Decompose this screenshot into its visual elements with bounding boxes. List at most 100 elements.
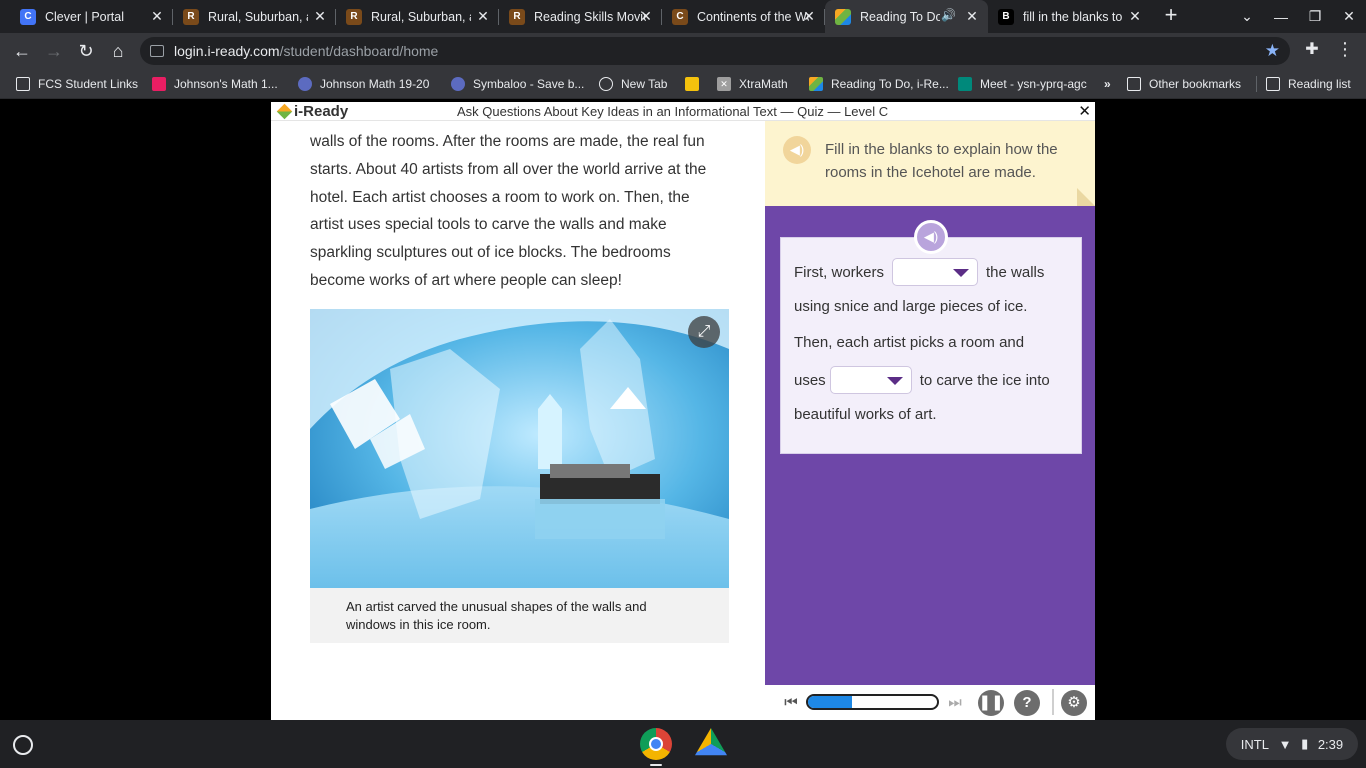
player-controls: ⏮ ⏭ ❚❚ ? ⚙ bbox=[765, 685, 1095, 720]
iready-lesson: i-Ready Ask Questions About Key Ideas in… bbox=[271, 102, 1095, 720]
bookmark-meet[interactable]: Meet - ysn-yprq-agc bbox=[958, 75, 1087, 93]
bookmark-fcs-student-links[interactable]: FCS Student Links bbox=[16, 75, 138, 93]
close-icon[interactable]: ✕ bbox=[1127, 8, 1143, 24]
folder-icon bbox=[1127, 77, 1141, 91]
close-icon[interactable]: ✕ bbox=[964, 8, 980, 24]
tab-reading-skills[interactable]: R Reading Skills Movie ✕ bbox=[499, 0, 662, 33]
new-tab-button[interactable]: + bbox=[1159, 4, 1183, 28]
question-prompt: ◀) Fill in the blanks to explain how the… bbox=[765, 121, 1095, 206]
more-bookmarks-icon[interactable]: » bbox=[1104, 75, 1111, 93]
page-fold-icon bbox=[1077, 188, 1095, 206]
bookmark-star-icon[interactable]: ★ bbox=[1265, 41, 1280, 61]
bookmark-reading-to-do[interactable]: Reading To Do, i-Re... bbox=[809, 75, 949, 93]
chromeos-shelf: INTL ▼ ▮ 2:39 bbox=[0, 720, 1366, 768]
audio-playing-icon[interactable]: 🔊 bbox=[941, 8, 956, 22]
sentence-text: First, workers bbox=[794, 263, 884, 281]
logo-text: i-Ready bbox=[294, 103, 349, 120]
bookmark-johnsons-math[interactable]: Johnson's Math 1... bbox=[152, 75, 278, 93]
bookmark-label: XtraMath bbox=[739, 77, 788, 91]
tab-title: fill in the blanks to explain bbox=[1023, 9, 1123, 24]
bookmarks-bar: FCS Student Links Johnson's Math 1... Jo… bbox=[0, 69, 1366, 99]
symbaloo-icon bbox=[298, 77, 312, 91]
skip-forward-icon[interactable]: ⏭ bbox=[942, 690, 968, 716]
bookmark-other-bookmarks[interactable]: Other bookmarks bbox=[1127, 75, 1241, 93]
bookmark-johnson-math-19-20[interactable]: Johnson Math 19-20 bbox=[298, 75, 429, 93]
progress-fill bbox=[808, 696, 852, 708]
close-window-icon[interactable]: ✕ bbox=[1332, 8, 1366, 25]
tab-rural-2[interactable]: R Rural, Suburban, and Urban ✕ bbox=[336, 0, 499, 33]
bookmark-xtramath[interactable]: ✕ XtraMath bbox=[717, 75, 788, 93]
tab-reading-to-do[interactable]: Reading To Do 🔊 ✕ bbox=[825, 0, 988, 33]
close-icon[interactable]: ✕ bbox=[638, 8, 654, 24]
caption-line: An artist carved the unusual shapes of t… bbox=[346, 599, 647, 614]
bookmark-app[interactable] bbox=[685, 75, 707, 93]
bookmark-symbaloo[interactable]: Symbaloo - Save b... bbox=[451, 75, 584, 93]
blank-dropdown-1[interactable] bbox=[892, 258, 978, 286]
chrome-app-icon[interactable] bbox=[640, 728, 672, 760]
help-icon[interactable]: ? bbox=[1014, 690, 1040, 716]
bookmark-label: Other bookmarks bbox=[1149, 77, 1242, 91]
google-drive-icon[interactable] bbox=[695, 728, 727, 756]
launcher-icon[interactable] bbox=[13, 735, 33, 755]
question-panel: ◀) Fill in the blanks to explain how the… bbox=[765, 121, 1095, 685]
speaker-icon[interactable]: ◀) bbox=[914, 220, 948, 254]
input-method: INTL bbox=[1240, 736, 1269, 752]
close-icon[interactable]: ✕ bbox=[312, 8, 328, 24]
tab-rural-1[interactable]: R Rural, Suburban, and Urban ✕ bbox=[173, 0, 336, 33]
restore-icon[interactable]: ❐ bbox=[1298, 8, 1332, 25]
home-icon[interactable]: ⌂ bbox=[106, 39, 130, 63]
status-tray[interactable]: INTL ▼ ▮ 2:39 bbox=[1226, 728, 1358, 760]
blank-dropdown-2[interactable] bbox=[829, 366, 912, 394]
settings-gear-icon[interactable]: ⚙ bbox=[1061, 690, 1087, 716]
expand-image-icon[interactable]: ⤢ bbox=[688, 316, 720, 348]
clock: 2:39 bbox=[1317, 736, 1344, 752]
sentence-line: uses to carve the ice into bbox=[794, 366, 1050, 394]
sentence-line: beautiful works of art. bbox=[794, 406, 937, 423]
folder-icon bbox=[16, 77, 30, 91]
site-info-icon[interactable] bbox=[150, 45, 164, 57]
bookmark-label: Reading To Do, i-Re... bbox=[831, 77, 949, 91]
bookmark-label: New Tab bbox=[621, 77, 668, 91]
globe-icon bbox=[599, 77, 613, 91]
sentence-line: using snice and large pieces of ice. bbox=[794, 298, 1028, 315]
close-icon[interactable]: ✕ bbox=[149, 8, 165, 24]
tab-continents[interactable]: C Continents of the World ✕ bbox=[662, 0, 825, 33]
ice-room-photo: ⤢ bbox=[310, 309, 729, 588]
skip-back-icon[interactable]: ⏮ bbox=[778, 690, 804, 716]
iready-icon bbox=[809, 77, 823, 91]
brainly-icon: B bbox=[998, 8, 1014, 25]
tab-search-icon[interactable]: ⌄ bbox=[1230, 8, 1264, 25]
chrome-menu-icon[interactable]: ⋮ bbox=[1334, 39, 1356, 61]
classroom-icon bbox=[152, 77, 166, 91]
running-indicator bbox=[650, 764, 662, 766]
forward-icon[interactable]: → bbox=[42, 39, 66, 63]
back-icon[interactable]: ← bbox=[10, 39, 34, 63]
tab-strip: C Clever | Portal ✕ R Rural, Suburban, a… bbox=[0, 0, 1366, 33]
tab-title: Reading Skills Movie bbox=[534, 9, 646, 24]
speaker-icon[interactable]: ◀) bbox=[783, 136, 811, 164]
bookmark-reading-list[interactable]: Reading list bbox=[1266, 75, 1351, 93]
chevron-down-icon bbox=[886, 377, 903, 385]
passage-line: hotel. Each artist chooses a room to wor… bbox=[310, 188, 690, 206]
continents-icon: C bbox=[672, 8, 688, 25]
battery-icon: ▮ bbox=[1301, 736, 1309, 751]
extensions-icon[interactable]: ✚ bbox=[1301, 39, 1323, 61]
passage-text: walls of the rooms. After the rooms are … bbox=[310, 128, 735, 295]
tab-brainly[interactable]: B fill in the blanks to explain ✕ bbox=[988, 0, 1151, 33]
passage-line: sparkling sculptures out of ice blocks. … bbox=[310, 244, 671, 262]
tab-clever[interactable]: C Clever | Portal ✕ bbox=[10, 0, 173, 33]
rural-icon: R bbox=[346, 8, 362, 25]
passage-line: walls of the rooms. After the rooms are … bbox=[310, 133, 705, 150]
close-icon[interactable]: ✕ bbox=[475, 8, 491, 24]
sentence-line: First, workers the walls bbox=[794, 258, 1044, 286]
pause-icon[interactable]: ❚❚ bbox=[978, 690, 1004, 716]
address-bar[interactable]: login.i-ready.com /student/dashboard/hom… bbox=[140, 37, 1290, 65]
minimize-icon[interactable]: — bbox=[1264, 9, 1298, 25]
close-lesson-icon[interactable]: ✕ bbox=[1078, 102, 1091, 120]
reload-icon[interactable]: ↻ bbox=[74, 39, 98, 63]
tab-title: Clever | Portal bbox=[45, 9, 124, 24]
close-icon[interactable]: ✕ bbox=[801, 8, 817, 24]
bookmark-new-tab[interactable]: New Tab bbox=[599, 75, 667, 93]
lesson-title: Ask Questions About Key Ideas in an Info… bbox=[457, 104, 889, 119]
wifi-icon: ▼ bbox=[1278, 736, 1292, 752]
